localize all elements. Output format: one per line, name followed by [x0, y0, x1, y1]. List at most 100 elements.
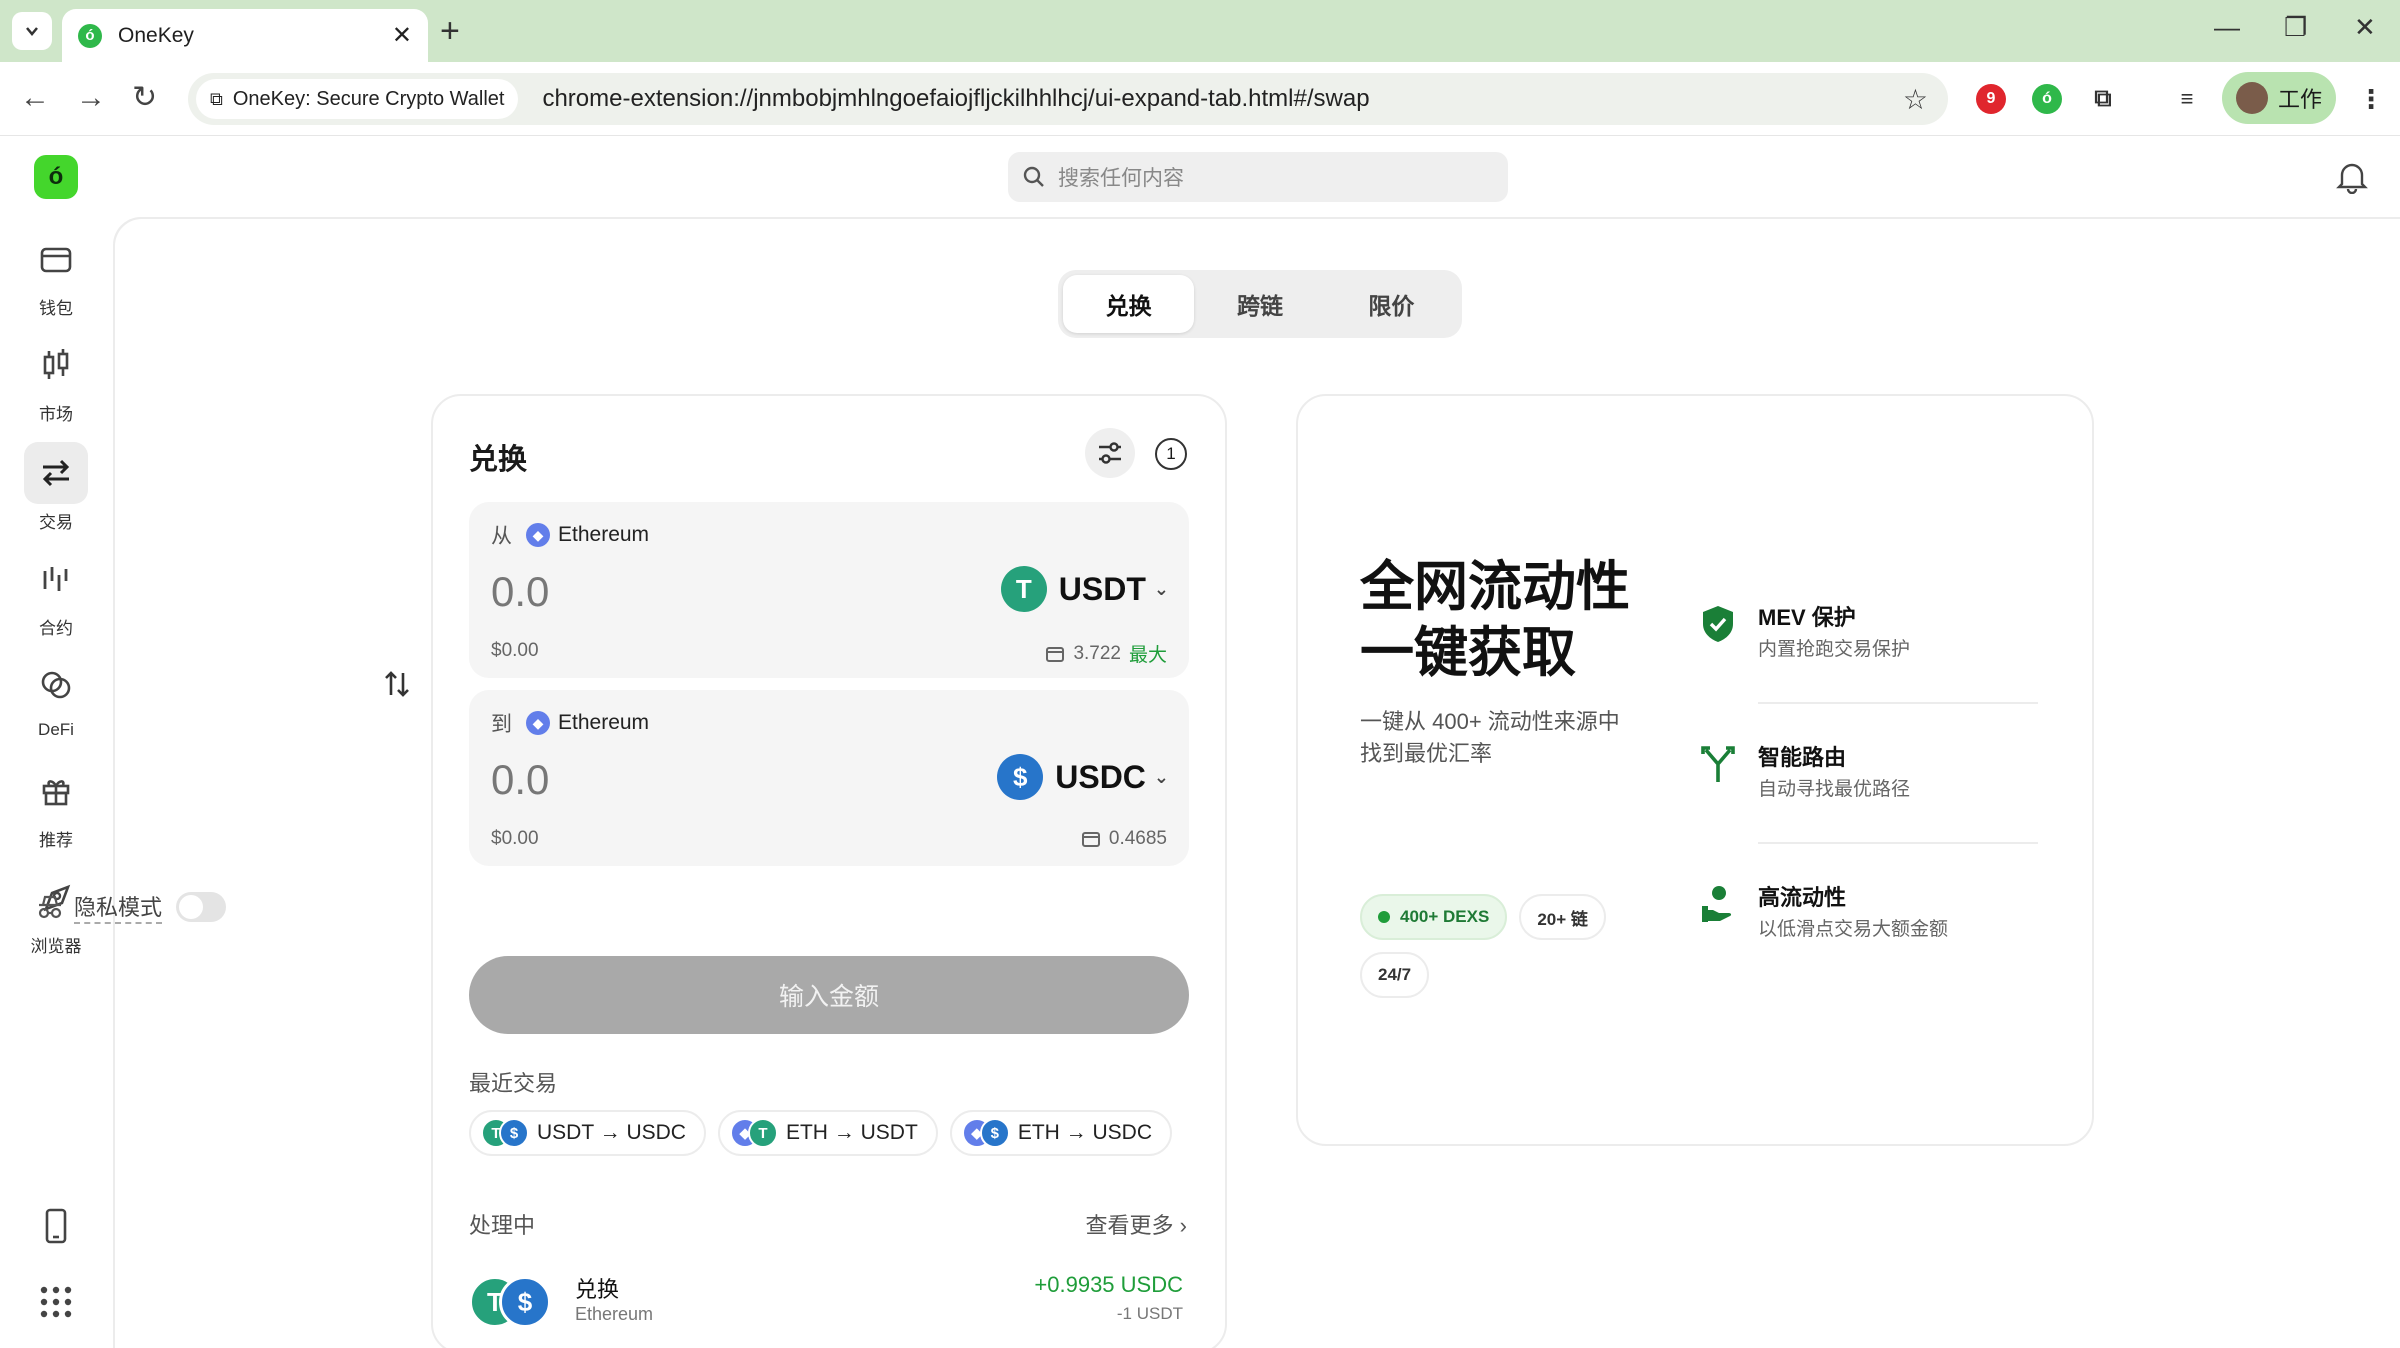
recent-trade-chip[interactable]: ◆ T ETH → USDT — [717, 1110, 938, 1156]
privacy-mode-row: 隐私模式 — [36, 890, 227, 924]
promo-subtitle-line1: 一键从 400+ 流动性来源中 — [1360, 709, 1620, 734]
dex-count-tag: 400+ DEXS — [1360, 894, 1508, 940]
sidebar-item-label: 市场 — [39, 405, 73, 424]
sidebar-item-label: 钱包 — [39, 299, 73, 318]
shield-check-icon — [1698, 604, 1738, 644]
browser-tab-strip: ó OneKey ✕ + — ❐ ✕ — [0, 0, 2400, 62]
onekey-favicon-icon: ó — [78, 23, 102, 48]
browser-menu-icon[interactable]: ⋮ — [2356, 84, 2386, 114]
from-network-selector[interactable]: Ethereum — [558, 523, 649, 547]
promo-headline-line1: 全网流动性 — [1360, 557, 1630, 617]
reload-icon[interactable]: ↻ — [132, 80, 157, 116]
device-icon[interactable] — [36, 1206, 76, 1251]
feature-desc: 内置抢跑交易保护 — [1758, 639, 1911, 660]
defi-rings-icon — [41, 671, 71, 699]
url-text[interactable]: chrome-extension://jnmbobjmhlngoefaiojfl… — [542, 85, 1902, 113]
back-icon[interactable]: ← — [20, 80, 50, 116]
wallet-icon — [1081, 832, 1100, 847]
privacy-mode-label: 隐私模式 — [74, 890, 163, 924]
to-network-selector[interactable]: Ethereum — [558, 711, 649, 735]
recent-trade-label: ETH → USDC — [1017, 1121, 1152, 1144]
sidebar-item-wallet[interactable]: 钱包 — [24, 228, 88, 319]
route-fork-icon — [1698, 744, 1738, 784]
see-more-link[interactable]: 查看更多 › — [1086, 1208, 1187, 1240]
close-tab-icon[interactable]: ✕ — [392, 21, 412, 50]
tab-limit[interactable]: 限价 — [1326, 275, 1457, 333]
pending-tx-row[interactable]: T $ 兑换 Ethereum +0.9935 USDC -1 USDT — [469, 1268, 1189, 1338]
sidebar-item-market[interactable]: 市场 — [24, 334, 88, 425]
promo-subtitle: 一键从 400+ 流动性来源中 找到最优汇率 — [1360, 706, 1660, 770]
to-prefix: 到 — [491, 713, 512, 736]
promo-headline-line2: 一键获取 — [1360, 623, 1576, 683]
sidebar-item-label: 交易 — [39, 513, 73, 532]
site-info-chip[interactable]: ⧉ OneKey: Secure Crypto Wallet — [196, 79, 519, 119]
notification-bell-icon[interactable] — [2336, 160, 2368, 199]
minimize-icon[interactable]: — — [2214, 12, 2240, 43]
from-prefix: 从 — [491, 525, 512, 548]
chevron-right-icon: › — [1179, 1213, 1187, 1238]
extensions-icon[interactable]: ⧉ — [2088, 84, 2118, 114]
chevron-down-icon: ⌄ — [1153, 766, 1169, 787]
sidebar-item-label: 合约 — [39, 619, 73, 638]
avatar — [2236, 82, 2268, 114]
to-amount-input[interactable]: 0.0 — [491, 756, 549, 804]
swap-card-title: 兑换 — [469, 444, 528, 476]
sidebar-item-perps[interactable]: 合约 — [24, 548, 88, 639]
extension-onekey-icon[interactable]: ó — [2032, 84, 2062, 114]
browser-tab[interactable]: ó OneKey ✕ — [62, 9, 428, 62]
chevron-down-icon — [26, 27, 38, 36]
switch-direction-button[interactable] — [367, 654, 427, 714]
recent-trade-chip[interactable]: T $ USDT → USDC — [469, 1110, 706, 1156]
usdc-token-icon: $ — [979, 1118, 1010, 1148]
app-grid-icon[interactable] — [36, 1282, 76, 1327]
sidebar-item-referral[interactable]: 推荐 — [24, 760, 88, 851]
tx-sent-amount: -1 USDT — [1116, 1304, 1183, 1323]
tab-list-button[interactable] — [12, 12, 52, 50]
to-token-pane: 到 ◆ Ethereum 0.0 $ USDC ⌄ $0.00 0.4685 — [469, 690, 1189, 866]
pending-count-badge[interactable]: 1 — [1155, 438, 1187, 470]
ethereum-network-icon: ◆ — [526, 711, 550, 735]
privacy-mode-toggle[interactable] — [176, 892, 227, 922]
new-tab-button[interactable]: + — [440, 14, 460, 48]
from-balance-value: 3.722 — [1073, 642, 1121, 664]
token-pair-icons: ◆ T — [729, 1118, 778, 1148]
enter-amount-button[interactable]: 输入金额 — [469, 956, 1189, 1034]
search-icon — [1023, 166, 1044, 187]
media-control-icon[interactable]: ≡ — [2172, 84, 2202, 114]
token-pair-icons: ◆ $ — [961, 1118, 1010, 1148]
from-token-selector[interactable]: T USDT ⌄ — [1000, 566, 1169, 612]
from-amount-input[interactable]: 0.0 — [491, 568, 549, 616]
tx-network: Ethereum — [575, 1304, 654, 1324]
tab-bridge[interactable]: 跨链 — [1194, 275, 1325, 333]
sidebar-item-defi[interactable]: DeFi — [24, 654, 88, 740]
profile-button[interactable]: 工作 — [2222, 72, 2336, 124]
sidebar-item-label: 推荐 — [39, 831, 73, 850]
tag-label: 400+ DEXS — [1400, 907, 1490, 926]
global-search-input[interactable]: 搜索任何内容 — [1008, 152, 1508, 202]
status-dot — [1378, 911, 1390, 923]
sidebar-item-label: 浏览器 — [30, 937, 82, 956]
onekey-logo[interactable]: ó — [34, 155, 78, 199]
sidebar-item-trade[interactable]: 交易 — [24, 442, 88, 533]
swap-arrows-icon — [42, 459, 70, 487]
usdt-token-icon: T — [1000, 566, 1047, 612]
feature-desc: 自动寻找最优路径 — [1758, 779, 1911, 800]
tx-type: 兑换 — [575, 1277, 620, 1302]
bookmark-star-icon[interactable]: ☆ — [1903, 83, 1928, 116]
to-token-selector[interactable]: $ USDC ⌄ — [997, 754, 1169, 800]
address-bar[interactable]: ⧉ OneKey: Secure Crypto Wallet chrome-ex… — [188, 73, 1948, 125]
extension-red-icon[interactable]: 9 — [1976, 84, 2006, 114]
ethereum-network-icon: ◆ — [526, 523, 550, 547]
recent-trade-chip[interactable]: ◆ $ ETH → USDC — [949, 1110, 1172, 1156]
recent-trades-title: 最近交易 — [469, 1071, 558, 1096]
slippage-settings-button[interactable] — [1085, 428, 1135, 478]
restore-icon[interactable]: ❐ — [2284, 12, 2307, 43]
to-balance: 0.4685 — [1081, 828, 1167, 850]
max-button[interactable]: 最大 — [1129, 640, 1167, 667]
feature-title: 智能路由 — [1758, 745, 1847, 770]
perp-chart-icon — [43, 567, 68, 591]
tab-swap[interactable]: 兑换 — [1063, 275, 1195, 333]
close-window-icon[interactable]: ✕ — [2354, 12, 2376, 43]
forward-icon[interactable]: → — [76, 80, 106, 116]
processing-title: 处理中 — [469, 1213, 536, 1238]
